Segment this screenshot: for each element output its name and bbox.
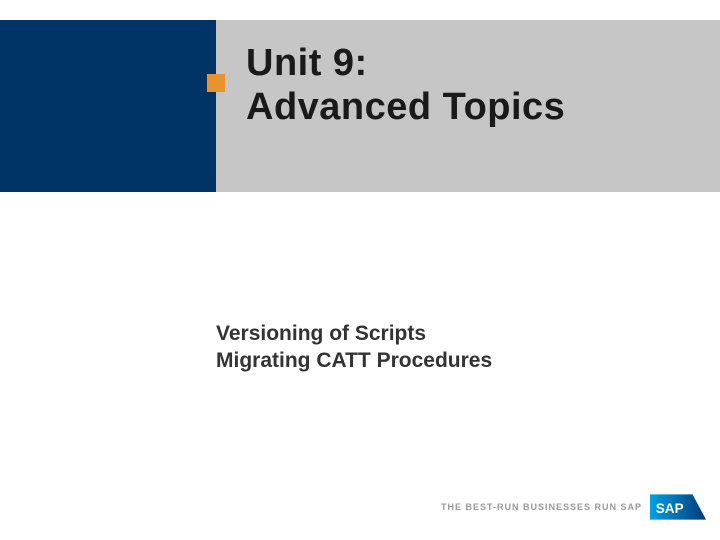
subtitle-line-2: Migrating CATT Procedures bbox=[216, 347, 676, 374]
navy-block bbox=[0, 20, 216, 192]
footer: THE BEST-RUN BUSINESSES RUN SAP SAP bbox=[441, 492, 708, 522]
footer-tagline: THE BEST-RUN BUSINESSES RUN SAP bbox=[441, 502, 642, 512]
title-line-1: Unit 9: bbox=[246, 42, 710, 86]
subtitle-block: Versioning of Scripts Migrating CATT Pro… bbox=[216, 320, 676, 375]
subtitle-line-1: Versioning of Scripts bbox=[216, 320, 676, 347]
sap-logo-icon: SAP bbox=[650, 492, 708, 522]
bullet-icon bbox=[207, 74, 225, 92]
title-line-2: Advanced Topics bbox=[246, 86, 710, 130]
title-block: Unit 9: Advanced Topics bbox=[216, 20, 720, 192]
svg-text:SAP: SAP bbox=[656, 501, 684, 516]
header-band: Unit 9: Advanced Topics bbox=[0, 20, 720, 192]
slide-title: Unit 9: Advanced Topics bbox=[246, 42, 710, 129]
